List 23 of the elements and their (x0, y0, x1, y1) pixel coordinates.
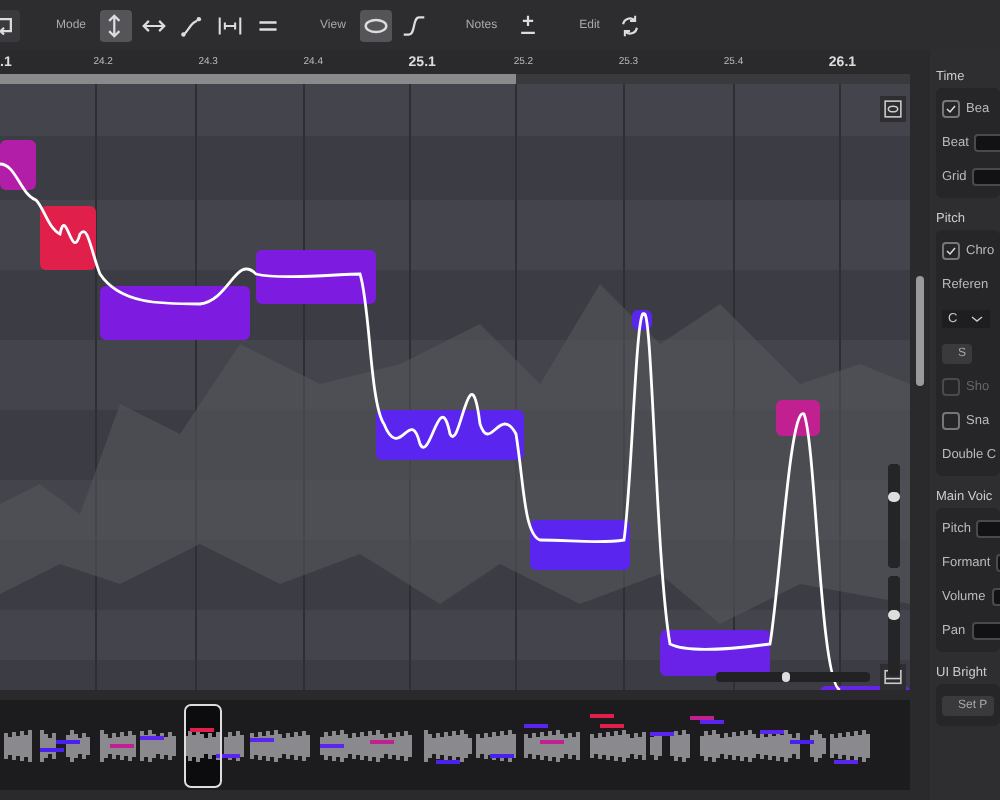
slider-thumb[interactable] (781, 672, 790, 682)
checkbox[interactable] (942, 412, 960, 430)
zoom-slider[interactable] (888, 464, 900, 568)
input-field[interactable] (971, 622, 1000, 640)
up-down-arrow-button[interactable] (100, 9, 133, 41)
fit-view-button[interactable] (880, 96, 906, 122)
zoom-slider[interactable] (888, 576, 900, 676)
ellipse-icon (363, 13, 388, 37)
input-field[interactable] (972, 168, 1000, 186)
curve-line-icon (180, 13, 205, 37)
s-curve-icon (401, 13, 426, 37)
chevron-down-icon (969, 312, 984, 326)
plus-minus-icon (515, 13, 540, 37)
checkbox[interactable] (942, 242, 960, 260)
ellipse-button[interactable] (359, 9, 392, 41)
zoom-slider[interactable] (716, 672, 870, 682)
scrollbar-thumb[interactable] (916, 276, 924, 386)
bracket-icon (218, 13, 243, 37)
slider-thumb[interactable] (888, 610, 900, 620)
checkbox[interactable] (942, 100, 960, 118)
loop-arrows-icon (617, 13, 642, 37)
overview-waveform-drawing[interactable] (0, 700, 910, 790)
slider-thumb[interactable] (888, 491, 900, 502)
